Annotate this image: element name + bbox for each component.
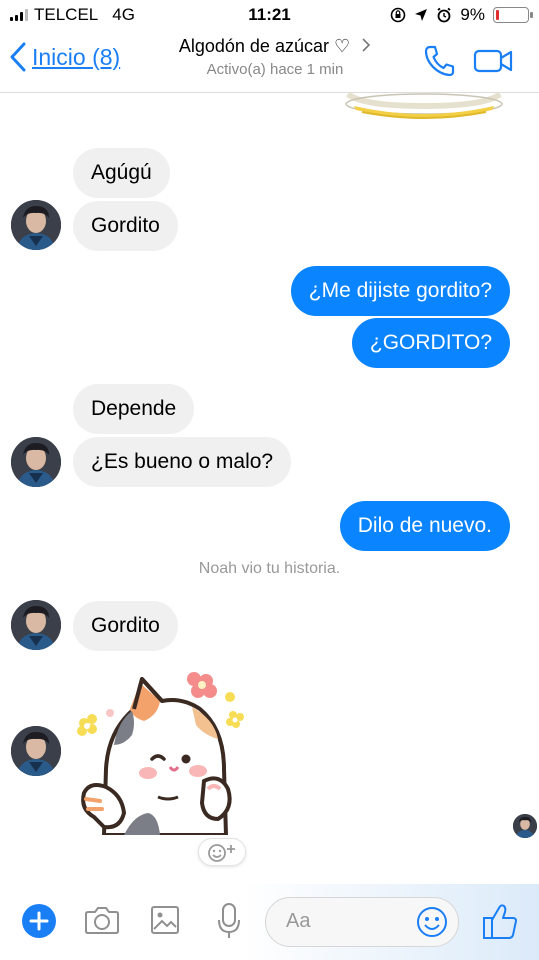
- message-bubble-incoming[interactable]: Depende: [73, 384, 195, 434]
- camera-icon[interactable]: [84, 904, 120, 936]
- phone-call-icon[interactable]: [423, 44, 455, 78]
- thumbs-up-icon[interactable]: [482, 902, 518, 940]
- avatar-image: [11, 600, 61, 650]
- flower-icon: [187, 672, 217, 698]
- plus-icon: [29, 911, 49, 931]
- message-input[interactable]: [286, 898, 406, 945]
- chevron-left-icon: [10, 42, 26, 72]
- status-bar: TELCEL 4G 11:21 9%: [0, 0, 539, 30]
- contact-avatar[interactable]: [11, 200, 61, 250]
- active-status: Activo(a) hace 1 min: [206, 61, 344, 78]
- composer-bar: [0, 884, 539, 960]
- image-icon[interactable]: [150, 905, 180, 935]
- conversation-header: Inicio (8) Algodón de azúcar ♡ Activo(a)…: [0, 30, 539, 93]
- emoji-add-icon: [208, 844, 235, 862]
- avatar-image: [513, 814, 537, 838]
- message-bubble-incoming[interactable]: Gordito: [73, 201, 178, 251]
- more-actions-button[interactable]: [22, 904, 56, 938]
- chevron-right-icon: [362, 38, 371, 52]
- contact-avatar[interactable]: [11, 437, 61, 487]
- emoji-icon[interactable]: [416, 906, 448, 938]
- status-right: 9%: [390, 5, 533, 25]
- contact-avatar[interactable]: [11, 600, 61, 650]
- message-bubble-outgoing[interactable]: ¿Me dijiste gordito?: [290, 266, 510, 316]
- battery-percent: 9%: [460, 5, 485, 24]
- contact-avatar[interactable]: [11, 726, 61, 776]
- alarm-icon: [437, 7, 451, 23]
- avatar-image: [11, 437, 61, 487]
- message-bubble-outgoing[interactable]: ¿GORDITO?: [351, 318, 510, 368]
- back-button[interactable]: Inicio (8): [10, 42, 120, 72]
- message-bubble-outgoing[interactable]: Dilo de nuevo.: [339, 501, 510, 551]
- read-receipt-avatar: [513, 814, 537, 838]
- battery-fill: [496, 10, 499, 20]
- story-seen-note: Noah vio tu historia.: [198, 560, 341, 577]
- contact-info[interactable]: Algodón de azúcar ♡ Activo(a) hace 1 min: [160, 36, 390, 78]
- message-bubble-incoming[interactable]: Gordito: [73, 601, 178, 651]
- video-call-icon[interactable]: [473, 48, 513, 74]
- avatar-image: [11, 726, 61, 776]
- message-input-field[interactable]: [265, 897, 459, 947]
- avatar-image: [11, 200, 61, 250]
- back-label[interactable]: Inicio (8): [32, 44, 120, 71]
- cat-sticker-icon[interactable]: [74, 669, 254, 835]
- message-list[interactable]: Agúgú Gordito ¿Me dijiste gordito? ¿GORD…: [0, 92, 539, 884]
- screen-lock-icon: [391, 7, 406, 23]
- contact-name[interactable]: Algodón de azúcar ♡: [179, 36, 350, 56]
- message-bubble-incoming[interactable]: ¿Es bueno o malo?: [73, 437, 292, 487]
- location-arrow-icon: [415, 9, 428, 21]
- battery-icon: [493, 7, 533, 23]
- food-plate-image: [345, 92, 503, 119]
- microphone-icon[interactable]: [216, 902, 242, 940]
- reaction-button[interactable]: [198, 838, 246, 866]
- message-bubble-incoming[interactable]: Agúgú: [73, 148, 170, 198]
